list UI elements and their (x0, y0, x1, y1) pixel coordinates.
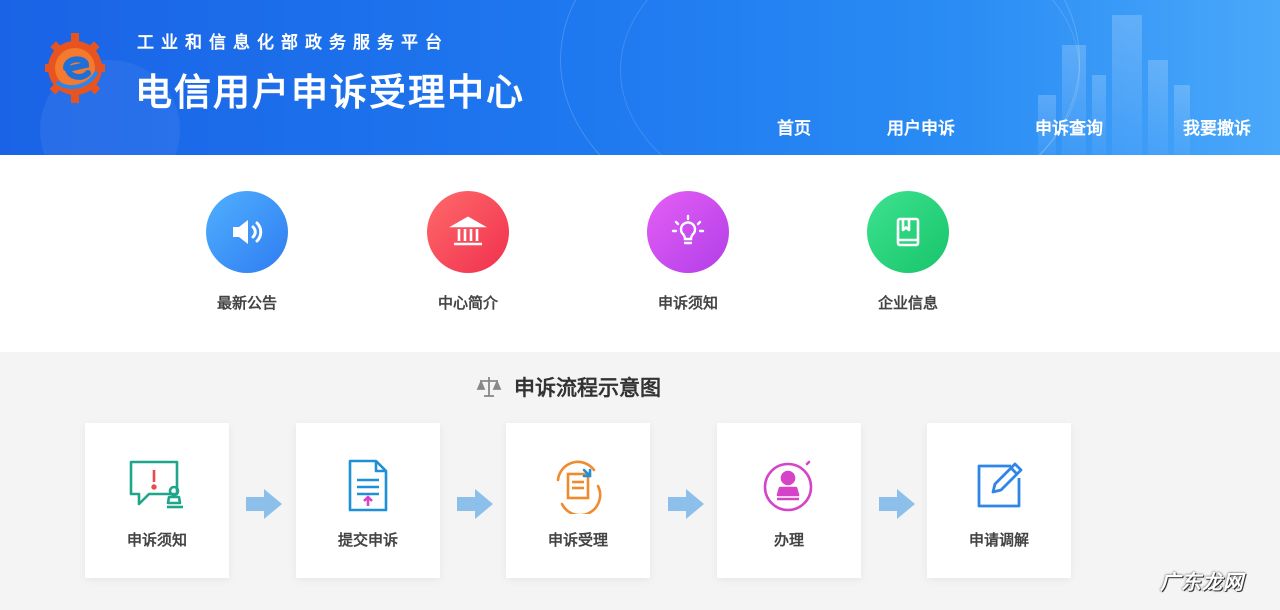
flow-step-label: 申请调解 (968, 531, 1029, 549)
nav-item-user-complaint[interactable]: 用户申诉 (887, 114, 955, 139)
quick-link-label: 中心简介 (437, 294, 498, 312)
flow-step-label: 申诉受理 (547, 531, 608, 549)
quick-link-label: 企业信息 (877, 294, 938, 312)
lightbulb-icon (647, 191, 729, 273)
flow-arrow-icon (457, 489, 493, 519)
flow-title-text: 申诉流程示意图 (514, 376, 661, 400)
flow-arrow-icon (246, 489, 282, 519)
flow-step-mediation[interactable]: 申请调解 (927, 423, 1071, 578)
header-subtitle: 工业和信息化部政务服务平台 (137, 33, 449, 53)
edit-icon (977, 462, 1023, 508)
quick-links: 最新公告 中心简介 申诉须知 企业信息 (0, 155, 1280, 352)
flow-step-notice[interactable]: 申诉须知 (85, 423, 229, 578)
quick-link-announcements[interactable]: 最新公告 (187, 191, 307, 313)
quick-link-label: 申诉须知 (657, 294, 718, 312)
quick-link-notice[interactable]: 申诉须知 (628, 191, 748, 313)
book-icon (867, 191, 949, 273)
quick-link-company[interactable]: 企业信息 (848, 191, 968, 313)
quick-link-label: 最新公告 (216, 294, 277, 312)
flow-step-submit[interactable]: 提交申诉 (296, 423, 440, 578)
site-title: 电信用户申诉受理中心 (135, 71, 525, 114)
flow-step-accept[interactable]: 申诉受理 (506, 423, 650, 578)
quick-link-about[interactable]: 中心简介 (408, 191, 528, 313)
scale-icon (476, 377, 502, 397)
stamp-icon (763, 460, 813, 512)
main-nav: 首页 用户申诉 申诉查询 我要撤诉 (0, 114, 1280, 140)
document-upload-icon (348, 459, 388, 512)
flow-arrow-icon (879, 489, 915, 519)
nav-item-home[interactable]: 首页 (777, 114, 811, 139)
speaker-icon (206, 191, 288, 273)
nav-item-withdraw[interactable]: 我要撤诉 (1183, 114, 1251, 139)
building-icon (427, 191, 509, 273)
site-header: 工业和信息化部政务服务平台 电信用户申诉受理中心 首页 用户申诉 申诉查询 我要… (0, 0, 1280, 155)
accept-document-icon (556, 460, 602, 514)
site-logo-icon[interactable] (44, 27, 106, 109)
flow-arrow-icon (668, 489, 704, 519)
flow-step-label: 申诉须知 (126, 531, 187, 549)
flow-section-title: 申诉流程示意图 (476, 372, 661, 402)
watermark-text: 广东龙网 (1160, 570, 1244, 594)
flow-step-label: 办理 (773, 531, 804, 549)
flow-step-label: 提交申诉 (337, 531, 398, 549)
nav-item-complaint-query[interactable]: 申诉查询 (1035, 114, 1103, 139)
flow-step-handle[interactable]: 办理 (717, 423, 861, 578)
notice-chat-icon (129, 460, 183, 509)
